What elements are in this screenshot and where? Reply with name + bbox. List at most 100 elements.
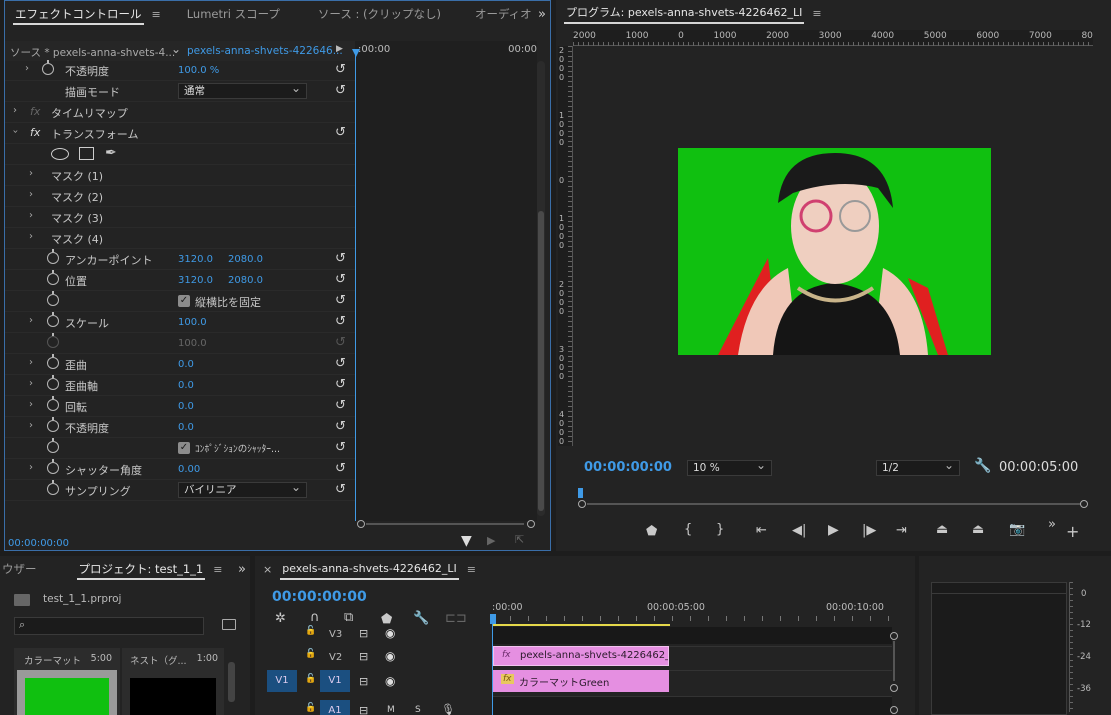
stopwatch-icon[interactable] (47, 312, 59, 327)
position-x-value[interactable]: 3120.0 (178, 275, 213, 286)
expand-chevron-icon[interactable]: › (29, 231, 33, 242)
tab-audio[interactable]: オーディオ (465, 1, 542, 27)
menu-icon[interactable]: ≡ (467, 563, 476, 576)
ellipse-mask-icon[interactable] (51, 148, 69, 160)
property-value[interactable]: 0.0 (178, 422, 194, 433)
property-value[interactable]: 100.0 % (178, 65, 219, 76)
composition-shutter-checkbox[interactable]: ✓ (178, 442, 190, 454)
program-scrubber[interactable] (578, 488, 1088, 512)
track-area-a1[interactable] (492, 696, 892, 715)
reset-icon[interactable]: ↺ (335, 482, 346, 497)
rectangle-mask-icon[interactable] (79, 147, 94, 160)
overflow-chevron-icon[interactable]: » (238, 562, 246, 577)
clip-v2[interactable]: fx pexels-anna-shvets-4226462_LI. (493, 646, 669, 666)
reset-icon[interactable]: ↺ (335, 314, 346, 329)
lock-icon[interactable]: 🔓 (305, 626, 316, 636)
pen-mask-icon[interactable]: ✒ (105, 145, 117, 161)
timeline-playhead-marker[interactable] (490, 614, 496, 624)
tab-project[interactable]: プロジェクト: test_1_1 (69, 556, 214, 582)
add-button-icon[interactable]: + (1066, 522, 1079, 541)
expand-chevron-icon[interactable]: › (29, 210, 33, 221)
source-patch-v1[interactable]: V1 (267, 670, 297, 692)
track-target-a1[interactable]: A1 (320, 700, 350, 715)
clip-label[interactable]: pexels-anna-shvets-422646... (187, 45, 343, 57)
mark-out-icon[interactable]: } (716, 522, 724, 537)
mask-row-1[interactable]: › マスク (1) (5, 165, 355, 186)
mute-button[interactable]: M (387, 705, 395, 715)
reset-icon[interactable]: ↺ (335, 419, 346, 434)
overflow-chevron-icon[interactable]: » (538, 7, 546, 22)
filter-icon[interactable]: ▼ (461, 533, 472, 549)
anchor-y-value[interactable]: 2080.0 (228, 254, 263, 265)
project-scrollbar[interactable] (228, 662, 235, 702)
timeline-playhead[interactable] (492, 624, 493, 715)
blend-mode-dropdown[interactable]: 通常 (178, 81, 307, 99)
menu-icon[interactable]: ≡ (812, 7, 821, 20)
stopwatch-icon[interactable] (42, 60, 54, 75)
effect-scroll-thumb[interactable] (538, 211, 544, 511)
uniform-scale-checkbox[interactable]: ✓ (178, 295, 190, 307)
menu-icon[interactable]: ≡ (152, 8, 161, 21)
toggle-sync-icon[interactable]: ⊟ (359, 627, 368, 640)
effect-playhead-marker[interactable] (352, 49, 360, 57)
linked-selection-icon[interactable]: ⧉ (344, 610, 353, 625)
reset-icon[interactable]: ↺ (335, 398, 346, 413)
track-target-v1[interactable]: V1 (320, 670, 350, 692)
wrench-icon[interactable]: 🔧 (974, 458, 991, 474)
tab-source[interactable]: ソース : (クリップなし) (308, 1, 451, 27)
new-bin-icon[interactable] (222, 619, 236, 630)
expand-chevron-icon[interactable]: › (29, 189, 33, 200)
expand-chevron-icon[interactable]: › (29, 462, 33, 473)
snap-magnet-icon[interactable]: ∩ (310, 610, 320, 625)
effect-scrollbar[interactable] (537, 61, 545, 516)
timeline-scrollbar[interactable] (889, 632, 899, 714)
timeline-ruler[interactable]: :00:00 00:00:05:00 00:00:10:00 (490, 600, 892, 626)
stopwatch-icon[interactable] (47, 249, 59, 264)
stopwatch-icon[interactable] (47, 417, 59, 432)
eye-icon[interactable]: ◉ (385, 674, 395, 688)
effect-timeline-area[interactable]: :00:00 00:00 (352, 41, 537, 521)
stopwatch-icon[interactable] (47, 354, 59, 369)
play-icon[interactable]: ▶ (828, 522, 839, 538)
tab-effect-controls[interactable]: エフェクトコントロール (5, 1, 152, 27)
program-timecode[interactable]: 00:00:00:00 (584, 460, 672, 475)
mask-row-3[interactable]: › マスク (3) (5, 207, 355, 228)
effect-playhead[interactable] (355, 51, 356, 521)
reset-icon[interactable]: ↺ (335, 356, 346, 371)
expand-chevron-icon[interactable]: › (29, 168, 33, 179)
extract-icon[interactable]: ⏏ (972, 522, 984, 537)
zoom-dropdown[interactable]: 10 % (687, 458, 772, 476)
property-value[interactable]: 0.0 (178, 359, 194, 370)
sampling-dropdown[interactable]: バイリニア (178, 480, 307, 498)
go-to-in-icon[interactable]: ⇤ (756, 523, 767, 538)
expand-chevron-icon[interactable]: › (13, 105, 17, 116)
timeline-sequence-tab[interactable]: pexels-anna-shvets-4226462_LI (272, 556, 467, 582)
property-value[interactable]: 100.0 (178, 317, 207, 328)
project-item[interactable]: ネスト（グ... 1:00 (122, 648, 224, 715)
tab-browser[interactable]: ウザー (0, 556, 47, 582)
reset-icon[interactable]: ↺ (335, 62, 346, 77)
expand-chevron-icon[interactable]: › (25, 63, 29, 74)
reset-icon[interactable]: ↺ (335, 251, 346, 266)
timeline-timecode[interactable]: 00:00:00:00 (272, 589, 367, 605)
tab-lumetri-scope[interactable]: Lumetri スコープ (177, 1, 290, 27)
step-back-icon[interactable]: ◀| (792, 523, 806, 538)
property-value[interactable]: 0.00 (178, 464, 200, 475)
clip-v1[interactable]: fx カラーマットGreen (493, 670, 669, 692)
toggle-sync-icon[interactable]: ⊟ (359, 704, 368, 715)
go-to-out-icon[interactable]: ⇥ (896, 523, 907, 538)
reset-icon[interactable]: ↺ (335, 83, 346, 98)
mask-row-2[interactable]: › マスク (2) (5, 186, 355, 207)
play-arrow-icon[interactable]: ▶ (336, 44, 343, 54)
program-monitor-title[interactable]: プログラム: pexels-anna-shvets-4226462_LI (556, 0, 812, 26)
expand-chevron-icon[interactable]: › (29, 315, 33, 326)
reset-icon[interactable]: ↺ (335, 377, 346, 392)
stopwatch-icon[interactable] (47, 459, 59, 474)
mark-in-icon[interactable]: { (684, 522, 692, 537)
export-frame-icon[interactable]: 📷 (1009, 522, 1025, 537)
property-value[interactable]: 0.0 (178, 401, 194, 412)
lock-icon[interactable]: 🔓 (305, 649, 316, 659)
microphone-icon[interactable]: 🎙 (441, 703, 455, 715)
step-forward-icon[interactable]: |▶ (862, 523, 876, 538)
lock-icon[interactable]: 🔓 (305, 674, 316, 684)
